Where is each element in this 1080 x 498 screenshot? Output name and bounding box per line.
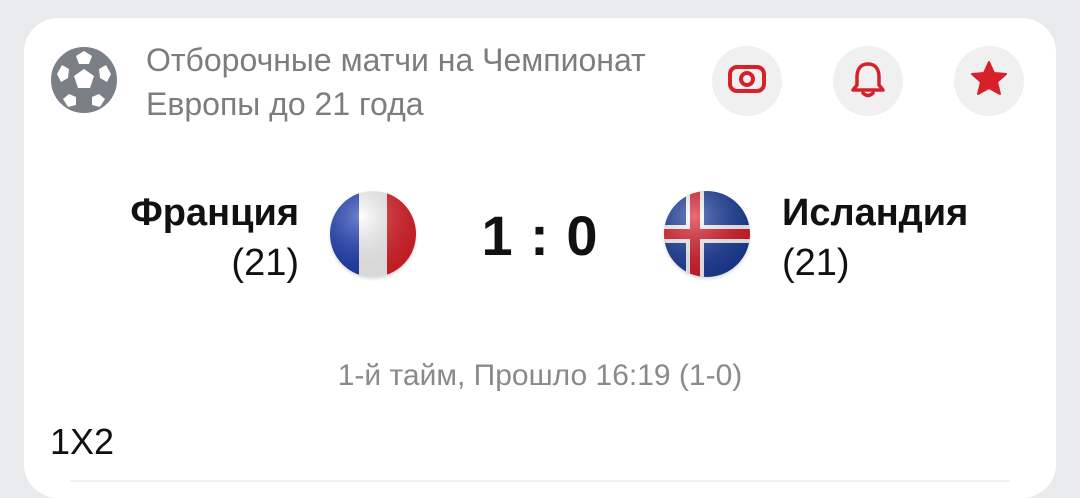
odds-row-divider [70, 480, 1010, 492]
notifications-button[interactable] [833, 46, 903, 116]
star-icon [969, 59, 1009, 104]
home-team-name[interactable]: Франция [130, 192, 299, 234]
france-flag-icon [330, 191, 416, 277]
stream-icon [727, 63, 767, 100]
match-status: 1-й тайм, Прошло 16:19 (1-0) [337, 359, 743, 392]
iceland-flag-icon [664, 191, 750, 277]
soccer-ball-icon [51, 47, 117, 113]
favorite-button[interactable] [954, 46, 1024, 116]
away-team-category: (21) [782, 242, 850, 284]
market-title: 1X2 [50, 421, 115, 462]
home-team-category: (21) [231, 242, 299, 284]
match-card: Отборочные матчи на Чемпионат Европы до … [24, 18, 1056, 498]
away-team-name[interactable]: Исландия [782, 192, 968, 234]
league-title: Отборочные матчи на Чемпионат Европы до … [146, 42, 646, 122]
match-score: 1 : 0 [481, 204, 599, 267]
live-stream-button[interactable] [712, 46, 782, 116]
bell-icon [850, 59, 886, 104]
